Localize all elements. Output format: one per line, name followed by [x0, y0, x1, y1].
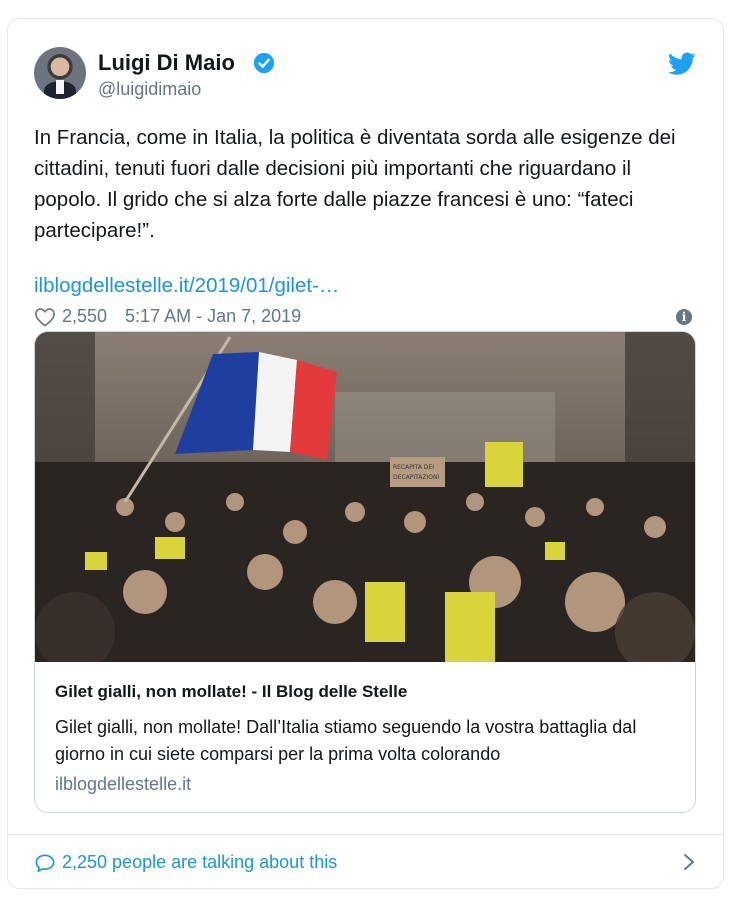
chevron-right-icon[interactable]	[682, 852, 696, 872]
preview-description: Gilet gialli, non mollate! Dall’Italia s…	[55, 717, 637, 764]
heart-icon[interactable]	[34, 307, 56, 327]
divider	[8, 834, 723, 835]
preview-photo: RECAPITA DEI DECAPITAZIONI	[35, 332, 695, 662]
conversation-link[interactable]: 2,250 people are talking about this	[34, 852, 337, 873]
preview-title[interactable]: Gilet gialli, non mollate! - Il Blog del…	[55, 682, 407, 702]
twitter-bird-icon[interactable]	[668, 52, 696, 76]
speech-bubble-icon	[35, 853, 55, 872]
like-count[interactable]: 2,550	[62, 306, 107, 327]
tweet-link[interactable]: ilblogdellestelle.it/2019/01/gilet-…	[34, 274, 339, 298]
author-avatar[interactable]	[34, 47, 86, 99]
tweet-meta: 2,550 5:17 AM - Jan 7, 2019	[34, 306, 301, 327]
verified-badge-icon	[253, 52, 275, 74]
embedded-tweet-card: Luigi Di Maio @luigidimaio In Francia, c…	[7, 18, 724, 889]
author-handle[interactable]: @luigidimaio	[98, 79, 201, 100]
info-icon[interactable]: i	[676, 309, 692, 325]
link-preview-card[interactable]: RECAPITA DEI DECAPITAZIONI Gilet gialli,…	[34, 331, 696, 813]
author-name[interactable]: Luigi Di Maio	[98, 50, 235, 76]
tweet-timestamp[interactable]: 5:17 AM - Jan 7, 2019	[125, 306, 301, 327]
photo-sign-line-2: DECAPITAZIONI	[393, 474, 439, 481]
talking-count-text[interactable]: 2,250 people are talking about this	[62, 852, 337, 873]
tweet-text: In Francia, come in Italia, la politica …	[34, 126, 676, 242]
preview-domain: ilblogdellestelle.it	[55, 774, 192, 794]
photo-sign-line-1: RECAPITA DEI	[393, 464, 434, 471]
